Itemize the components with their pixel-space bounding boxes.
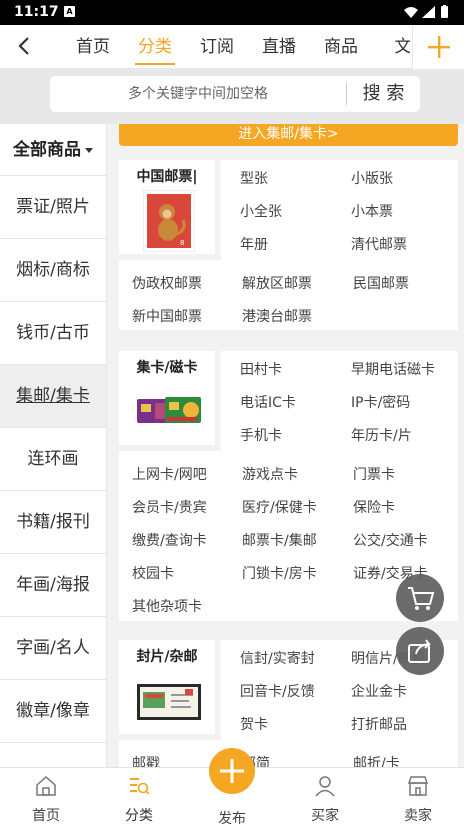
- subcategory-link[interactable]: 上网卡/网吧: [132, 464, 207, 484]
- subcategory-link[interactable]: 邮戳: [132, 753, 160, 767]
- category-icon: [130, 778, 150, 795]
- section-title: 集卡/磁卡: [136, 360, 198, 376]
- svg-text:8: 8: [180, 239, 184, 247]
- search-button[interactable]: 搜 索: [347, 76, 420, 112]
- subcategory-link[interactable]: 年历卡/片: [351, 425, 412, 445]
- subcategory-link[interactable]: 型张: [240, 168, 268, 188]
- section-image-card[interactable]: 封片/杂邮: [119, 640, 221, 740]
- bottom-nav-label: 发布: [218, 811, 246, 824]
- sidebar-header-label: 全部商品: [13, 140, 81, 160]
- system-status-icons: [404, 5, 448, 18]
- section-image-card[interactable]: 中国邮票| 8: [119, 160, 221, 260]
- subcategory-link[interactable]: 田村卡: [240, 359, 282, 379]
- status-time: 11:17: [14, 4, 59, 20]
- subcategory-link[interactable]: 门票卡: [353, 464, 395, 484]
- subcategory-link[interactable]: 民国邮票: [353, 273, 409, 293]
- bottom-nav-label: 买家: [311, 808, 339, 824]
- category-sidebar: 全部商品 票证/照片 烟标/商标 钱币/古币 集邮/集卡 连环画 书籍/报刊 年…: [0, 124, 107, 767]
- buyer-icon: [315, 776, 335, 797]
- tab-goods[interactable]: 商品: [310, 25, 372, 69]
- enter-category-button[interactable]: 进入集邮/集卡>: [119, 124, 458, 146]
- sidebar-item[interactable]: 年画/海报: [0, 554, 106, 617]
- subcategory-link[interactable]: 解放区邮票: [242, 273, 312, 293]
- publish-button[interactable]: [209, 748, 255, 794]
- section-china-stamps: 中国邮票| 8 型张 小版张 小全张 小本票 年册 清代邮票 伪政权邮票 解放区…: [119, 160, 458, 330]
- top-nav: 首页 分类 订阅 直播 商品文: [0, 25, 464, 69]
- subcategory-link[interactable]: 港澳台邮票: [242, 306, 312, 326]
- subcategory-link[interactable]: 邮折/卡: [353, 753, 400, 767]
- subcategory-link[interactable]: 保险卡: [353, 497, 395, 517]
- sidebar-item[interactable]: 字画/名人: [0, 617, 106, 680]
- bottom-nav-label: 卖家: [404, 808, 432, 824]
- share-button[interactable]: [396, 627, 444, 675]
- bottom-nav-seller[interactable]: 卖家: [372, 768, 464, 824]
- cart-button[interactable]: [396, 574, 444, 622]
- bottom-nav-home[interactable]: 首页: [0, 768, 92, 824]
- subcategory-link[interactable]: 医疗/保健卡: [242, 497, 317, 517]
- sidebar-item[interactable]: 徽章/像章: [0, 680, 106, 743]
- publish-plus-icon: [220, 759, 244, 783]
- status-bar: 11:17 A: [0, 0, 464, 25]
- sidebar-item[interactable]: 钱币/古币: [0, 302, 106, 365]
- envelope-icon: [137, 684, 201, 720]
- seller-icon: [407, 776, 429, 796]
- sidebar-item[interactable]: 连环画: [0, 428, 106, 491]
- subcategory-link[interactable]: 贺卡: [240, 714, 268, 734]
- subcategory-link[interactable]: 会员卡/贵宾: [132, 497, 207, 517]
- subcategory-link[interactable]: 新中国邮票: [132, 306, 202, 326]
- subcategory-link[interactable]: 其他杂项卡: [132, 596, 202, 616]
- subcategory-link[interactable]: 门锁卡/房卡: [242, 563, 317, 583]
- section-image-card[interactable]: 集卡/磁卡: [119, 351, 221, 451]
- tab-subscribe[interactable]: 订阅: [186, 25, 248, 69]
- home-icon: [36, 775, 56, 796]
- subcategory-link[interactable]: 早期电话磁卡: [351, 359, 435, 379]
- bottom-nav-label: 首页: [32, 808, 60, 824]
- sidebar-item-active[interactable]: 集邮/集卡: [0, 365, 106, 428]
- subcategory-link[interactable]: 信封/实寄封: [240, 648, 315, 668]
- section-title: 中国邮票|: [136, 169, 198, 185]
- caret-down-icon: [85, 147, 93, 153]
- sidebar-item[interactable]: 书籍/报刊: [0, 491, 106, 554]
- subcategory-link[interactable]: 游戏点卡: [242, 464, 298, 484]
- bottom-nav-buyer[interactable]: 买家: [279, 768, 371, 824]
- subcategory-link[interactable]: 电话IC卡: [240, 392, 296, 412]
- subcategory-link[interactable]: IP卡/密码: [351, 392, 410, 412]
- sidebar-item[interactable]: 票证/照片: [0, 176, 106, 239]
- subcategory-link[interactable]: 公交/交通卡: [353, 530, 428, 550]
- add-tab-button[interactable]: [412, 25, 464, 69]
- subcategory-link[interactable]: 回音卡/反馈: [240, 681, 315, 701]
- tab-home[interactable]: 首页: [62, 25, 124, 69]
- sidebar-item[interactable]: 烟标/商标: [0, 239, 106, 302]
- subcategory-link[interactable]: 企业金卡: [351, 681, 407, 701]
- notification-icon: A: [64, 6, 75, 17]
- back-arrow-icon[interactable]: [14, 35, 36, 57]
- phone-cards-icon: [137, 397, 201, 423]
- tab-category[interactable]: 分类: [124, 25, 186, 69]
- tab-more[interactable]: 文: [372, 25, 411, 69]
- search-bar: 多个关键字中间加空格 搜 索: [0, 69, 464, 124]
- subcategory-link[interactable]: 缴费/查询卡: [132, 530, 207, 550]
- subcategory-link[interactable]: 手机卡: [240, 425, 282, 445]
- subcategory-link[interactable]: 校园卡: [132, 563, 174, 583]
- subcategory-link[interactable]: 伪政权邮票: [132, 273, 202, 293]
- tab-live[interactable]: 直播: [248, 25, 310, 69]
- search-input[interactable]: 多个关键字中间加空格: [50, 76, 346, 112]
- subcategory-link[interactable]: 清代邮票: [351, 234, 407, 254]
- subcategory-link[interactable]: 小本票: [351, 201, 393, 221]
- subcategory-link[interactable]: 小全张: [240, 201, 282, 221]
- search-box: 多个关键字中间加空格 搜 索: [50, 76, 420, 112]
- subcategory-link[interactable]: 打折邮品: [351, 714, 407, 734]
- bottom-nav-label: 分类: [125, 808, 153, 824]
- sidebar-header[interactable]: 全部商品: [0, 124, 106, 176]
- subcategory-link[interactable]: 小版张: [351, 168, 393, 188]
- plus-icon: [428, 36, 450, 58]
- section-title: 封片/杂邮: [136, 649, 198, 665]
- category-tabs: 首页 分类 订阅 直播 商品文: [62, 25, 410, 69]
- bottom-nav-category[interactable]: 分类: [93, 768, 185, 824]
- subcategory-link[interactable]: 年册: [240, 234, 268, 254]
- share-icon: [408, 639, 431, 663]
- monkey-stamp-icon: 8: [143, 190, 195, 252]
- cart-icon: [408, 587, 435, 610]
- subcategory-link[interactable]: 邮票卡/集邮: [242, 530, 317, 550]
